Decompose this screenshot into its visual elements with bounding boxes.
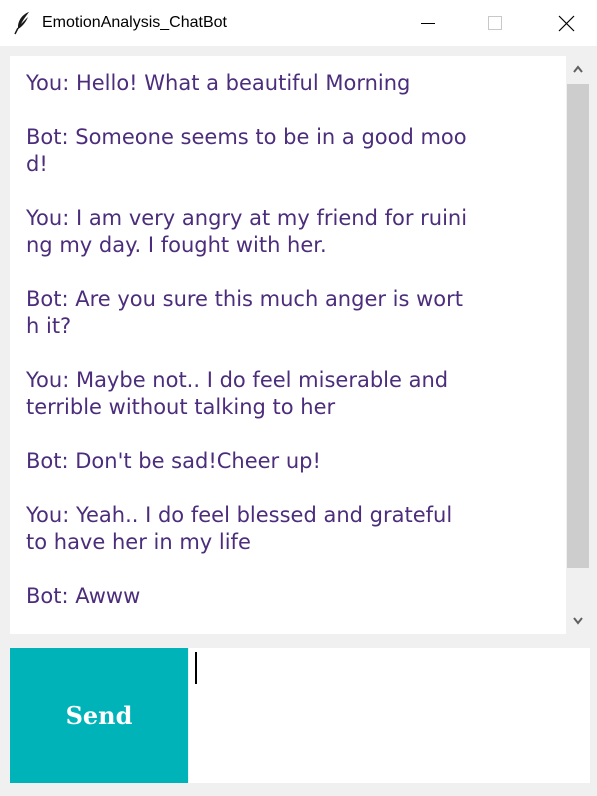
chat-line	[26, 556, 556, 583]
text-cursor	[195, 652, 197, 684]
chat-line: d!	[26, 152, 48, 176]
minimize-icon	[421, 23, 435, 24]
close-button[interactable]	[543, 0, 589, 46]
chat-line: terrible without talking to her	[26, 395, 336, 419]
chat-log[interactable]: You: Hello! What a beautiful Morning Bot…	[10, 56, 566, 634]
chat-line: ng my day. I fought with her.	[26, 233, 327, 257]
chat-line: to have her in my life	[26, 530, 251, 554]
window-title: EmotionAnalysis_ChatBot	[42, 14, 227, 31]
send-button[interactable]: Send	[10, 648, 188, 783]
chat-lines: You: Hello! What a beautiful Morning Bot…	[26, 70, 556, 610]
chevron-down-icon	[573, 617, 583, 625]
chat-line	[26, 421, 556, 448]
maximize-button[interactable]	[472, 0, 518, 46]
chat-scrollbar[interactable]	[566, 56, 590, 634]
chat-line: You: I am very angry at my friend for ru…	[26, 206, 468, 230]
maximize-icon	[488, 16, 502, 30]
chat-line: h it?	[26, 314, 72, 338]
chat-line: Bot: Don't be sad!Cheer up!	[26, 449, 321, 473]
chevron-up-icon	[573, 65, 583, 73]
close-icon	[558, 15, 575, 32]
chat-line: You: Yeah.. I do feel blessed and gratef…	[26, 503, 453, 527]
scroll-down-button[interactable]	[566, 608, 590, 634]
chat-line	[26, 97, 556, 124]
chat-line: Bot: Awww	[26, 584, 141, 608]
feather-icon	[14, 11, 32, 35]
minimize-button[interactable]	[408, 0, 454, 46]
chat-line	[26, 259, 556, 286]
chat-line: You: Hello! What a beautiful Morning	[26, 71, 411, 95]
chat-line: You: Maybe not.. I do feel miserable and	[26, 368, 449, 392]
chat-line	[26, 178, 556, 205]
title-bar: EmotionAnalysis_ChatBot	[0, 0, 597, 46]
chat-line	[26, 340, 556, 367]
scroll-thumb[interactable]	[567, 84, 589, 568]
chat-line: Bot: Someone seems to be in a good moo	[26, 125, 467, 149]
message-input[interactable]	[189, 648, 590, 783]
chat-line: Bot: Are you sure this much anger is wor…	[26, 287, 464, 311]
chat-line	[26, 475, 556, 502]
scroll-up-button[interactable]	[566, 56, 590, 82]
